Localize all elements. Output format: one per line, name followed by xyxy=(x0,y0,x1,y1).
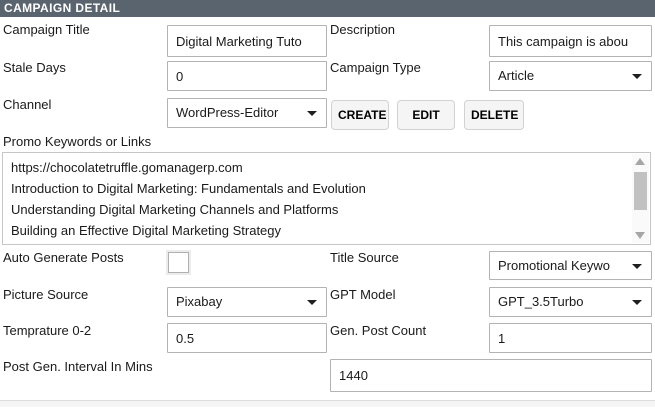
description-input[interactable] xyxy=(489,25,652,57)
create-button[interactable]: CREATE xyxy=(331,100,389,130)
stale-days-input[interactable] xyxy=(167,61,327,91)
channel-value: WordPress-Editor xyxy=(176,105,279,120)
chevron-down-icon xyxy=(632,300,642,305)
scroll-down-icon[interactable] xyxy=(632,228,649,243)
post-gen-interval-input[interactable] xyxy=(330,359,652,392)
campaign-type-select[interactable]: Article xyxy=(489,61,652,91)
gpt-model-label: GPT Model xyxy=(330,287,396,302)
scrollbar-thumb[interactable] xyxy=(634,172,647,210)
title-source-value: Promotional Keywo xyxy=(498,258,610,273)
stale-days-label: Stale Days xyxy=(3,60,66,75)
temprature-label: Temprature 0-2 xyxy=(3,323,92,338)
scroll-up-icon[interactable] xyxy=(632,154,649,169)
next-section-edge xyxy=(0,400,655,407)
campaign-title-label: Campaign Title xyxy=(3,22,90,37)
promo-keywords-text: https://chocolatetruffle.gomanagerp.com … xyxy=(11,160,366,238)
picture-source-value: Pixabay xyxy=(176,294,223,309)
scrollbar[interactable] xyxy=(632,154,649,243)
picture-source-select[interactable]: Pixabay xyxy=(167,287,327,317)
temprature-input[interactable] xyxy=(167,323,327,353)
gen-post-count-input[interactable] xyxy=(489,323,652,353)
channel-label: Channel xyxy=(3,97,52,112)
chevron-down-icon xyxy=(307,300,317,305)
delete-button[interactable]: DELETE xyxy=(464,100,524,130)
auto-generate-posts-label: Auto Generate Posts xyxy=(3,250,124,265)
campaign-type-value: Article xyxy=(498,68,535,83)
campaign-title-input[interactable] xyxy=(167,25,327,57)
section-header: CAMPAIGN DETAIL xyxy=(0,0,655,17)
title-source-label: Title Source xyxy=(330,250,399,265)
promo-keywords-textarea[interactable]: https://chocolatetruffle.gomanagerp.com … xyxy=(2,152,651,245)
chevron-down-icon xyxy=(632,74,642,79)
description-label: Description xyxy=(330,22,396,37)
channel-select[interactable]: WordPress-Editor xyxy=(167,98,327,128)
chevron-down-icon xyxy=(632,263,642,269)
auto-generate-posts-checkbox[interactable] xyxy=(166,250,191,275)
gpt-model-select[interactable]: GPT_3.5Turbo xyxy=(489,287,652,317)
page-title: CAMPAIGN DETAIL xyxy=(4,1,121,15)
picture-source-label: Picture Source xyxy=(3,287,89,302)
gen-post-count-label: Gen. Post Count xyxy=(330,323,427,338)
edit-button[interactable]: EDIT xyxy=(397,100,455,130)
campaign-detail-panel: CAMPAIGN DETAIL Campaign Title Descripti… xyxy=(0,0,655,407)
gpt-model-value: GPT_3.5Turbo xyxy=(498,294,584,309)
campaign-type-label: Campaign Type xyxy=(330,60,421,75)
post-gen-interval-label: Post Gen. Interval In Mins xyxy=(3,359,153,374)
title-source-select[interactable]: Promotional Keywo xyxy=(489,251,652,280)
promo-keywords-label: Promo Keywords or Links xyxy=(3,134,152,149)
chevron-down-icon xyxy=(307,111,317,116)
